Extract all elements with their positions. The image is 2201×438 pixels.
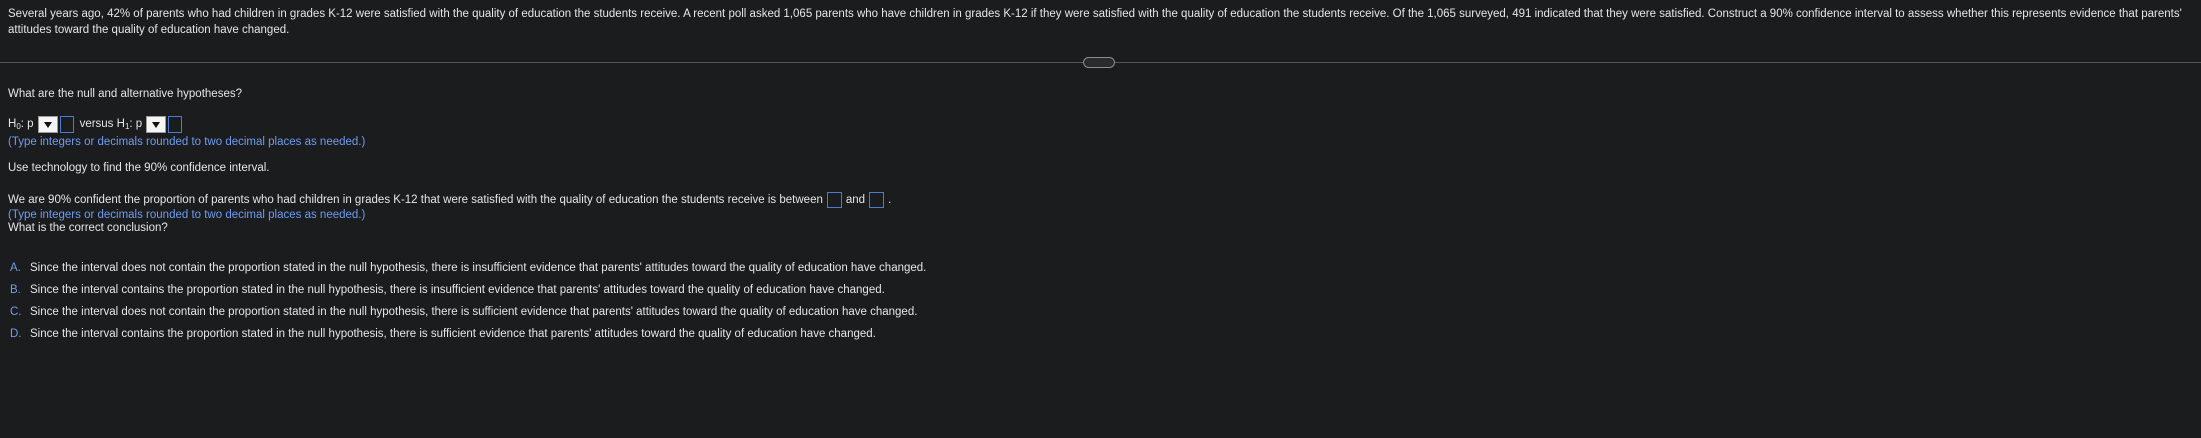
h0-label: H0: p	[8, 117, 34, 131]
interval-and-label: and	[845, 194, 866, 206]
h0-operator-dropdown[interactable]	[37, 115, 58, 133]
option-letter: C.	[10, 306, 22, 318]
h1-operator-dropdown[interactable]	[146, 115, 167, 133]
problem-statement: Several years ago, 42% of parents who ha…	[8, 8, 2182, 36]
interval-period: .	[888, 194, 892, 206]
option-b[interactable]: B. Since the interval contains the propo…	[10, 279, 926, 301]
option-letter: A.	[10, 262, 21, 274]
option-text: Since the interval does not contain the …	[30, 262, 927, 274]
hypotheses-question: What are the null and alternative hypoth…	[8, 88, 242, 100]
hypotheses-row: H0: p versus H1: p	[8, 114, 183, 134]
option-letter: D.	[10, 328, 22, 340]
dropdown-triangle-icon	[152, 121, 161, 128]
interval-sentence: We are 90% confident the proportion of p…	[8, 194, 823, 206]
option-a[interactable]: A. Since the interval does not contain t…	[10, 257, 926, 279]
option-d[interactable]: D. Since the interval contains the propo…	[10, 323, 926, 345]
option-text: Since the interval does not contain the …	[30, 306, 918, 318]
h0-value-input[interactable]	[59, 115, 74, 133]
option-letter: B.	[10, 284, 21, 296]
option-c[interactable]: C. Since the interval does not contain t…	[10, 301, 926, 323]
question-page: Several years ago, 42% of parents who ha…	[0, 0, 2201, 438]
interval-lower-input[interactable]	[826, 192, 842, 208]
confidence-interval-row: We are 90% confident the proportion of p…	[8, 191, 891, 209]
h1-value-input[interactable]	[168, 115, 183, 133]
interval-hint: (Type integers or decimals rounded to tw…	[8, 209, 366, 221]
resize-handle-icon[interactable]	[1083, 57, 1115, 68]
interval-upper-input[interactable]	[869, 192, 885, 208]
dropdown-triangle-icon	[43, 121, 52, 128]
conclusion-options: A. Since the interval does not contain t…	[10, 257, 926, 345]
technology-instruction: Use technology to find the 90% confidenc…	[8, 162, 270, 174]
option-text: Since the interval contains the proporti…	[30, 328, 876, 340]
h1-label: versus H1: p	[79, 117, 143, 131]
hypotheses-hint: (Type integers or decimals rounded to tw…	[8, 136, 366, 148]
conclusion-question: What is the correct conclusion?	[8, 222, 168, 234]
option-text: Since the interval contains the proporti…	[30, 284, 885, 296]
